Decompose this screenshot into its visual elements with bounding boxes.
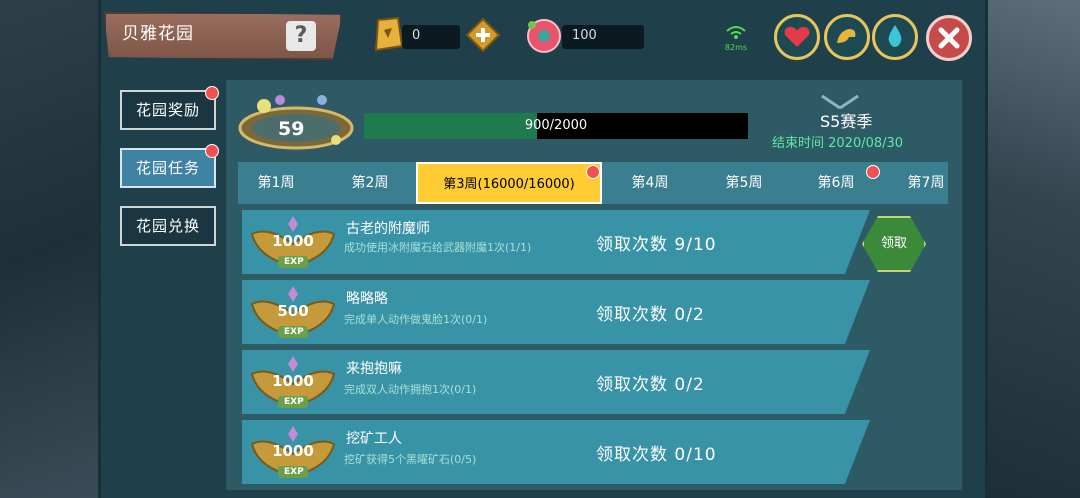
quest-title: 略略略 bbox=[346, 291, 388, 307]
help-button[interactable]: ? bbox=[286, 21, 316, 51]
side-tab-tasks[interactable]: 花园任务 bbox=[120, 148, 216, 188]
experience-progress-bar: 900/2000 bbox=[364, 113, 748, 139]
tab-week-1[interactable]: 第1周 bbox=[238, 162, 314, 204]
claim-count: 领取次数 0/10 bbox=[596, 445, 717, 465]
tab-week-6[interactable]: 第6周 bbox=[796, 162, 876, 204]
gold-bar-icon bbox=[374, 16, 404, 52]
quest-description: 成功使用冰附魔石给武器附魔1次(1/1) bbox=[344, 241, 532, 254]
close-icon bbox=[938, 27, 960, 49]
reward-type: EXP bbox=[284, 327, 304, 337]
page-title: 贝雅花园 bbox=[122, 24, 194, 44]
tab-week-2[interactable]: 第2周 bbox=[330, 162, 410, 204]
claim-count: 领取次数 0/2 bbox=[596, 305, 705, 325]
gold-value: 0 bbox=[412, 28, 421, 43]
tab-week-5[interactable]: 第5周 bbox=[704, 162, 784, 204]
reward-amount: 500 bbox=[277, 302, 309, 320]
tab-week-4[interactable]: 第4周 bbox=[610, 162, 690, 204]
quest-description: 完成双人动作拥抱1次(0/1) bbox=[344, 383, 477, 396]
heart-button[interactable] bbox=[774, 14, 820, 60]
water-button[interactable] bbox=[872, 14, 918, 60]
claim-count: 领取次数 0/2 bbox=[596, 375, 705, 395]
background-scenery-right bbox=[980, 0, 1080, 498]
notification-dot bbox=[205, 144, 219, 158]
season-end-date: 结束时间 2020/08/30 bbox=[772, 136, 904, 151]
tab-week-3[interactable]: 第3周(16000/16000) bbox=[416, 162, 602, 204]
network-status: 82ms bbox=[720, 24, 752, 54]
background-scenery-left bbox=[0, 0, 100, 498]
progress-text: 900/2000 bbox=[524, 118, 588, 133]
side-tab-rewards[interactable]: 花园奖励 bbox=[120, 90, 216, 130]
heart-icon bbox=[784, 27, 810, 47]
plus-icon[interactable] bbox=[466, 18, 500, 52]
arm-icon bbox=[837, 29, 856, 43]
side-tab-exchange[interactable]: 花园兑换 bbox=[120, 206, 216, 246]
reward-type: EXP bbox=[284, 257, 304, 267]
flower-icon bbox=[527, 19, 561, 53]
gold-counter-box bbox=[402, 25, 460, 49]
reward-type: EXP bbox=[284, 397, 304, 407]
flower-value: 100 bbox=[572, 28, 597, 43]
notification-dot bbox=[205, 86, 219, 100]
quest-title: 来抱抱嘛 bbox=[346, 361, 402, 377]
notification-dot bbox=[866, 165, 880, 179]
strength-button[interactable] bbox=[824, 14, 870, 60]
tab-week-7[interactable]: 第7周 bbox=[894, 162, 948, 204]
quest-title: 古老的附魔师 bbox=[346, 221, 430, 237]
season-title: S5赛季 bbox=[820, 112, 873, 131]
reward-amount: 1000 bbox=[272, 372, 314, 390]
water-drop-icon bbox=[888, 25, 902, 47]
ping-text: 82ms bbox=[724, 43, 748, 52]
quest-description: 完成单人动作做鬼脸1次(0/1) bbox=[344, 313, 488, 326]
claim-count: 领取次数 9/10 bbox=[596, 235, 717, 255]
wifi-icon bbox=[726, 26, 746, 39]
notification-dot bbox=[586, 165, 600, 179]
reward-amount: 1000 bbox=[272, 442, 314, 460]
reward-type: EXP bbox=[284, 467, 304, 477]
quest-title: 挖矿工人 bbox=[346, 431, 402, 447]
reward-amount: 1000 bbox=[272, 232, 314, 250]
close-button[interactable] bbox=[926, 15, 972, 61]
garden-level: 59 bbox=[278, 118, 305, 140]
quest-description: 挖矿获得5个黑曜矿石(0/5) bbox=[344, 453, 477, 466]
